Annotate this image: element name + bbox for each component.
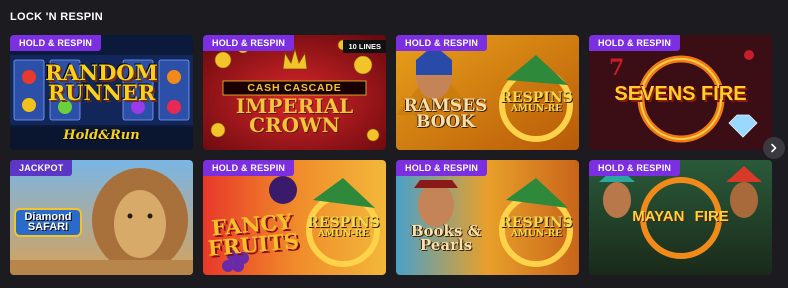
- game-tile-random-runner[interactable]: HOLD & RESPIN RANDOM RUNNER Hold&Run: [10, 35, 193, 150]
- chevron-right-icon: [771, 143, 777, 153]
- svg-text:7: 7: [609, 55, 624, 81]
- hold-respin-badge: HOLD & RESPIN: [10, 35, 102, 51]
- hold-respin-badge: HOLD & RESPIN: [203, 160, 295, 176]
- game-tile-books-pearls[interactable]: HOLD & RESPIN Books & Pearls RESPINS AMU…: [396, 160, 579, 275]
- respins-logo: RESPINS AMUN-RE: [500, 215, 573, 240]
- game-title: Books & Pearls: [410, 222, 482, 255]
- hold-respin-badge: HOLD & RESPIN: [589, 160, 681, 176]
- game-title: FANCY FRUITS: [206, 208, 300, 261]
- game-title: IMPERIAL CROWN: [235, 94, 354, 137]
- game-title: SEVENS FIRE: [614, 83, 747, 105]
- jackpot-badge: JACKPOT: [10, 160, 73, 176]
- respins-logo: RESPINS AMUN-RE: [307, 215, 380, 240]
- hold-respin-badge: HOLD & RESPIN: [396, 35, 488, 51]
- hold-respin-badge: HOLD & RESPIN: [203, 35, 295, 51]
- carousel-next-button[interactable]: [763, 137, 785, 159]
- hold-respin-badge: HOLD & RESPIN: [396, 160, 488, 176]
- game-top-label: CASH CASCADE: [247, 82, 342, 94]
- hold-respin-badge: HOLD & RESPIN: [589, 35, 681, 51]
- game-tile-ramses-book[interactable]: HOLD & RESPIN RAMSES BOOK RESPINS AMUN-R…: [396, 35, 579, 150]
- section-title: LOCK 'N RESPIN: [10, 11, 103, 23]
- game-tile-diamond-safari[interactable]: JACKPOT Diamond SAFARI: [10, 160, 193, 275]
- game-tile-fancy-fruits[interactable]: HOLD & RESPIN FANCY FRUITS RESPINS AMUN-…: [203, 160, 386, 275]
- game-title: Diamond SAFARI: [14, 208, 82, 237]
- game-grid: HOLD & RESPIN RANDOM RUNNER Hold&Run HOL…: [10, 35, 772, 275]
- game-tile-sevens-fire[interactable]: 7 7 HOLD & RESPIN SEVENS FIRE: [589, 35, 772, 150]
- lines-badge: 10 LINES: [343, 40, 386, 53]
- game-tile-mayan-fire[interactable]: HOLD & RESPIN MAYAN FIRE: [589, 160, 772, 275]
- game-title: RAMSES BOOK: [403, 96, 488, 133]
- game-title: MAYAN FIRE: [632, 208, 729, 225]
- game-tile-imperial-crown[interactable]: HOLD & RESPIN 10 LINES CASH CASCADE IMPE…: [203, 35, 386, 150]
- game-title: RANDOM RUNNER: [45, 60, 158, 105]
- game-subtitle: Hold&Run: [63, 128, 140, 143]
- respins-logo: RESPINS AMUN-RE: [500, 90, 573, 115]
